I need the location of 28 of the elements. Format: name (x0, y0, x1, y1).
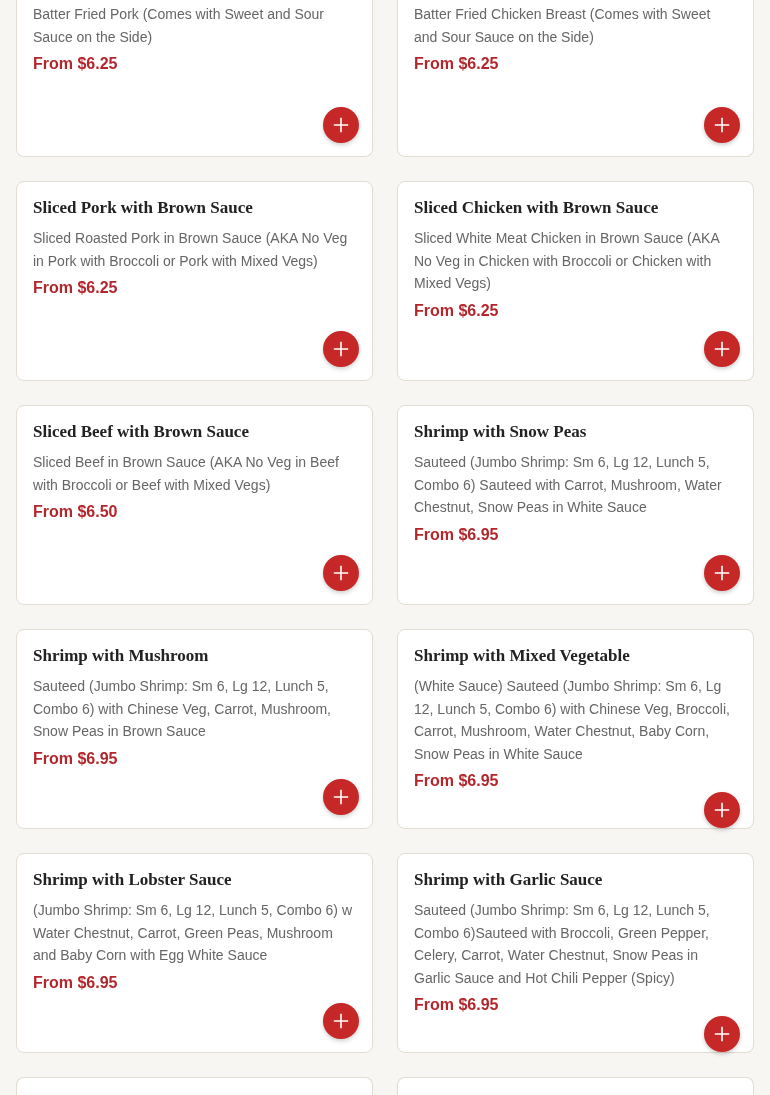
item-description: Sauteed (Jumbo Shrimp: Sm 6, Lg 12, Lunch 5, Combo 6) with Chinese Veg, Carrot, Mushroom, Snow Peas in Brown Sauce (33, 677, 332, 741)
item-description: Batter Fried Pork (Comes with Sweet and Sour Sauce on the Side) (33, 5, 325, 47)
item-title: Shrimp with Garlic Sauce (414, 869, 604, 891)
item-title: Sliced Beef with Brown Sauce (33, 421, 250, 443)
item-description: Sauteed (Jumbo Shrimp: Sm 6, Lg 12, Lunch 5, Combo 6)Sauteed with Broccoli, Green Pepper, Celery, Carrot, Water Chestnut, Snow Peas in Garlic Sauce and Hot Chili Pepper (Spicy) (414, 901, 711, 988)
item-title: Shrimp with Mixed Vegetable (414, 645, 631, 667)
item-description: Sliced Beef in Brown Sauce (AKA No Veg in Beef with Broccoli or Beef with Mixed Vegs) (33, 453, 340, 495)
item-price: From $6.95 (414, 524, 500, 545)
item-title: Shrimp with Lobster Sauce (33, 869, 233, 891)
item-title: Sliced Chicken with Brown Sauce (414, 197, 660, 219)
item-price: From $6.95 (414, 995, 500, 1015)
item-price: From $6.95 (33, 748, 119, 769)
item-price: From $6.95 (33, 972, 119, 993)
item-title: Sliced Pork with Brown Sauce (33, 197, 254, 219)
item-description: Batter Fried Chicken Breast (Comes with Sweet and Sour Sauce on the Side) (414, 5, 712, 47)
item-description: Sliced White Meat Chicken in Brown Sauce (AKA No Veg in Chicken with Broccoli or Chicken with Mixed Vegs) (414, 229, 721, 293)
item-price: From $6.25 (33, 278, 119, 298)
item-price: From $6.25 (33, 54, 119, 74)
item-title: Shrimp with Mushroom (33, 645, 210, 667)
item-price: From $6.50 (33, 502, 119, 522)
item-price: From $6.25 (414, 54, 500, 74)
item-description: (Jumbo Shrimp: Sm 6, Lg 12, Lunch 5, Combo 6) w Water Chestnut, Carrot, Green Peas, Mushroom and Baby Corn with Egg White Sauce (33, 901, 354, 965)
item-price: From $6.95 (414, 771, 500, 791)
item-description: Sauteed (Jumbo Shrimp: Sm 6, Lg 12, Lunch 5, Combo 6) Sauteed with Carrot, Mushroom, Water Chestnut, Snow Peas in White Sauce (414, 453, 723, 517)
item-description: Sliced Roasted Pork in Brown Sauce (AKA No Veg in Pork with Broccoli or Pork with Mixed Vegs) (33, 229, 349, 271)
item-price: From $6.25 (414, 300, 500, 321)
item-title: Shrimp with Snow Peas (414, 421, 588, 443)
item-description: (White Sauce) Sauteed (Jumbo Shrimp: Sm 6, Lg 12, Lunch 5, Combo 6) with Chinese Veg, Broccoli, Carrot, Mushroom, Water Chestnut, Baby Corn, Snow Peas in White Sauce (414, 677, 731, 764)
